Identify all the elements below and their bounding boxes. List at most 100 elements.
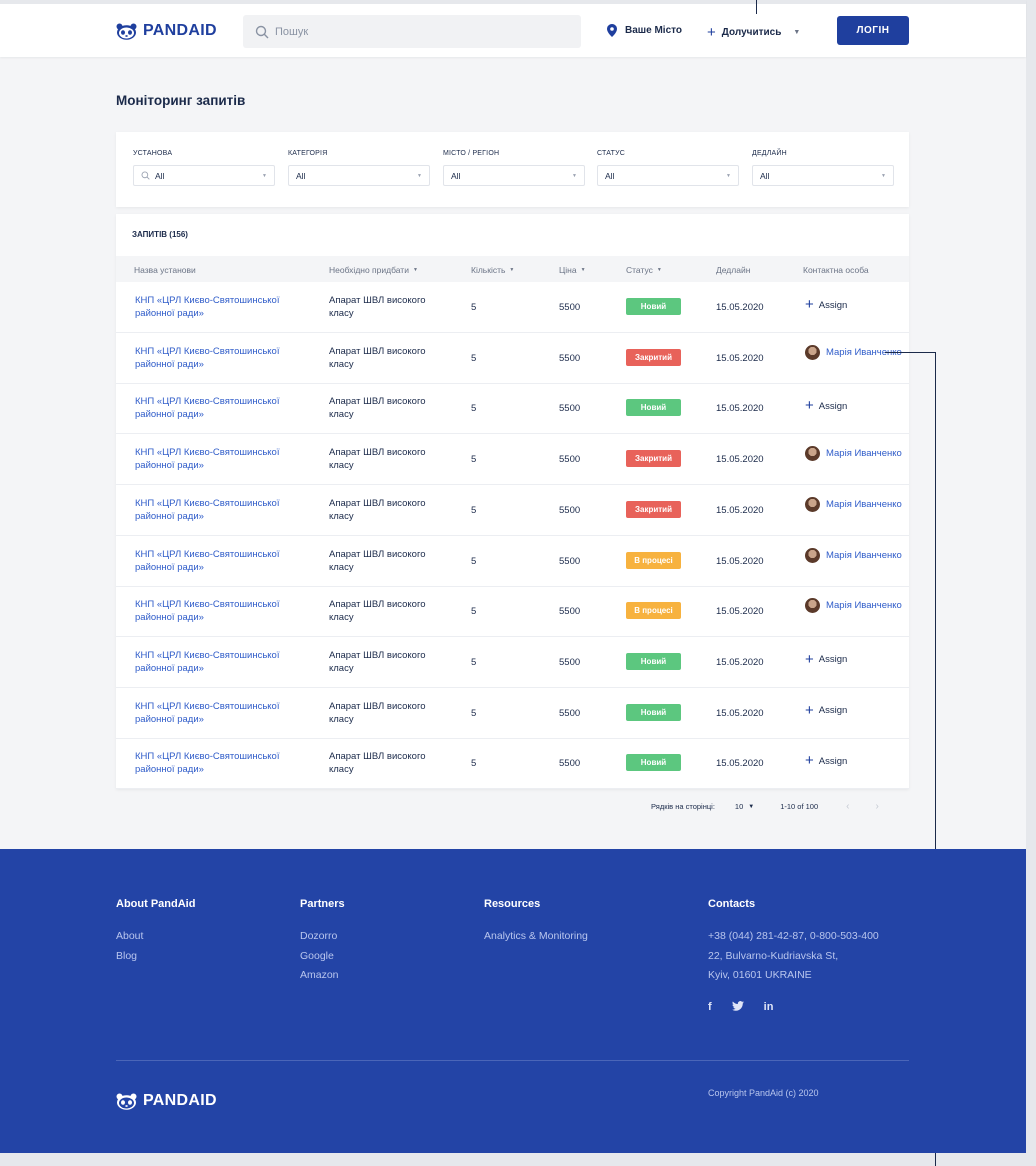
contact-person[interactable]: Марія Иванченко (805, 446, 902, 462)
institution-link[interactable]: КНП «ЦРЛ Києво-Святошинської районної ра… (135, 446, 315, 472)
page: PANDAID Ваше Місто + Долучитись ▼ ЛОГІН … (0, 0, 1036, 1166)
table-row[interactable]: КНП «ЦРЛ Києво-Святошинської районної ра… (116, 536, 909, 587)
filter-deadline-select[interactable]: All ▼ (752, 165, 894, 186)
institution-link[interactable]: КНП «ЦРЛ Києво-Святошинської районної ра… (135, 294, 315, 320)
table-row[interactable]: КНП «ЦРЛ Києво-Святошинської районної ра… (116, 282, 909, 333)
facebook-icon[interactable]: f (708, 1001, 712, 1013)
plus-icon: + (805, 701, 814, 719)
city-selector[interactable]: Ваше Місто (607, 24, 682, 37)
contact-person[interactable]: Марія Иванченко (805, 496, 902, 512)
price: 5500 (559, 606, 581, 618)
footer-link-blog[interactable]: Blog (116, 947, 195, 967)
need-item: Апарат ШВЛ високого класу (329, 295, 426, 319)
institution-link[interactable]: КНП «ЦРЛ Києво-Святошинської районної ра… (135, 750, 315, 776)
sort-icon: ▼ (412, 267, 418, 273)
filter-institution: УСТАНОВА All ▼ (133, 150, 275, 186)
search-input[interactable] (275, 25, 565, 38)
table-row[interactable]: КНП «ЦРЛ Києво-Святошинської районної ра… (116, 383, 909, 435)
deadline: 15.05.2020 (716, 302, 764, 313)
status-badge: Закритий (626, 348, 681, 366)
avatar (805, 344, 820, 360)
pagination: Рядків на сторінці: 10 ▼ 1-10 of 100 ‹ › (651, 801, 879, 812)
rows-per-page-value: 10 (734, 802, 744, 811)
col-price[interactable]: Ціна ▼ (559, 265, 586, 275)
linkedin-icon[interactable]: in (764, 1001, 774, 1013)
location-pin-icon (607, 24, 617, 37)
institution-link[interactable]: КНП «ЦРЛ Києво-Святошинської районної ра… (135, 395, 315, 421)
status-badge: Закритий (626, 450, 681, 468)
col-label: Контактна особа (803, 265, 869, 275)
institution-link[interactable]: КНП «ЦРЛ Києво-Святошинської районної ра… (135, 598, 315, 624)
footer-link-amazon[interactable]: Amazon (300, 966, 345, 986)
assign-button[interactable]: + Assign (805, 398, 847, 413)
table-row[interactable]: КНП «ЦРЛ Києво-Святошинської районної ра… (116, 738, 909, 790)
next-page-icon[interactable]: › (876, 801, 879, 812)
login-button[interactable]: ЛОГІН (837, 16, 909, 45)
search-box[interactable] (243, 15, 581, 48)
prev-page-icon[interactable]: ‹ (846, 801, 849, 812)
table-row[interactable]: КНП «ЦРЛ Києво-Святошинської районної ра… (116, 688, 909, 739)
filter-value: All (451, 170, 461, 181)
filter-label: ДЕДЛАЙН (752, 150, 787, 157)
plus-icon: + (805, 650, 814, 668)
assign-button[interactable]: + Assign (805, 701, 847, 719)
col-label: Дедлайн (716, 265, 751, 275)
assign-button[interactable]: + Assign (805, 752, 847, 770)
twitter-icon[interactable] (731, 1001, 744, 1011)
col-status[interactable]: Статус ▼ (626, 265, 662, 275)
col-label: Кількість (471, 265, 506, 275)
filter-region-select[interactable]: All ▼ (443, 165, 585, 186)
logo[interactable]: PANDAID (116, 22, 217, 40)
assign-button[interactable]: + Assign (805, 650, 847, 668)
institution-link[interactable]: КНП «ЦРЛ Києво-Святошинської районної ра… (135, 497, 315, 523)
assign-button[interactable]: + Assign (805, 297, 847, 312)
table-row[interactable]: КНП «ЦРЛ Києво-Святошинської районної ра… (116, 586, 909, 638)
quantity: 5 (471, 403, 477, 415)
footer-link-about[interactable]: About (116, 927, 195, 947)
institution-link[interactable]: КНП «ЦРЛ Києво-Святошинської районної ра… (135, 548, 315, 574)
contact-street: 22, Bulvarno-Kudriavska St, (708, 949, 839, 962)
filter-region: МІСТО / РЕГІОН All ▼ (443, 150, 585, 186)
need-item: Апарат ШВЛ високого класу (329, 345, 426, 370)
col-need[interactable]: Необхідно придбати ▼ (329, 265, 418, 275)
filter-institution-select[interactable]: All ▼ (133, 165, 275, 186)
institution-link[interactable]: КНП «ЦРЛ Києво-Святошинської районної ра… (135, 700, 315, 726)
sort-icon: ▼ (580, 267, 586, 273)
table-row[interactable]: КНП «ЦРЛ Києво-Святошинської районної ра… (116, 637, 909, 688)
filter-status-select[interactable]: All ▼ (597, 165, 739, 186)
price: 5500 (559, 352, 581, 364)
contact-city: Kyiv, 01601 UKRAINE (708, 969, 812, 981)
contact-person[interactable]: Марія Иванченко (805, 598, 902, 614)
panda-icon (116, 1093, 137, 1110)
footer-link-google[interactable]: Google (300, 947, 345, 967)
col-quantity[interactable]: Кількість ▼ (471, 265, 514, 275)
rows-per-page-select[interactable]: 10 ▼ (735, 802, 754, 811)
contact-person[interactable]: Марія Иванченко (805, 547, 902, 563)
institution-link[interactable]: КНП «ЦРЛ Києво-Святошинської районної ра… (135, 649, 315, 675)
deadline: 15.05.2020 (716, 758, 764, 770)
filter-value: All (760, 170, 770, 181)
institution-link[interactable]: КНП «ЦРЛ Києво-Святошинської районної ра… (135, 345, 315, 371)
filter-category-select[interactable]: All ▼ (288, 165, 430, 186)
footer-about: About PandAid About Blog (116, 898, 195, 966)
deadline: 15.05.2020 (716, 606, 764, 618)
avatar (805, 547, 820, 563)
table-row[interactable]: КНП «ЦРЛ Києво-Святошинської районної ра… (116, 333, 909, 384)
table-row[interactable]: КНП «ЦРЛ Києво-Святошинської районної ра… (116, 434, 909, 486)
avatar (805, 446, 820, 462)
footer-link-analytics[interactable]: Analytics & Monitoring (484, 927, 588, 947)
footer-logo[interactable]: PANDAID (116, 1092, 217, 1110)
deadline: 15.05.2020 (716, 656, 764, 668)
join-dropdown[interactable]: + Долучитись ▼ (707, 24, 800, 41)
deadline: 15.05.2020 (716, 403, 764, 415)
table-row[interactable]: КНП «ЦРЛ Києво-Святошинської районної ра… (116, 485, 909, 536)
price: 5500 (559, 555, 581, 567)
price: 5500 (559, 302, 581, 313)
panda-icon (116, 23, 137, 40)
footer-link-dozorro[interactable]: Dozorro (300, 927, 345, 947)
annotation-connector (756, 0, 757, 14)
city-label: Ваше Місто (625, 25, 683, 36)
plus-icon: + (805, 752, 814, 770)
need-item: Апарат ШВЛ високого класу (329, 700, 426, 725)
caret-down-icon: ▼ (726, 172, 731, 179)
